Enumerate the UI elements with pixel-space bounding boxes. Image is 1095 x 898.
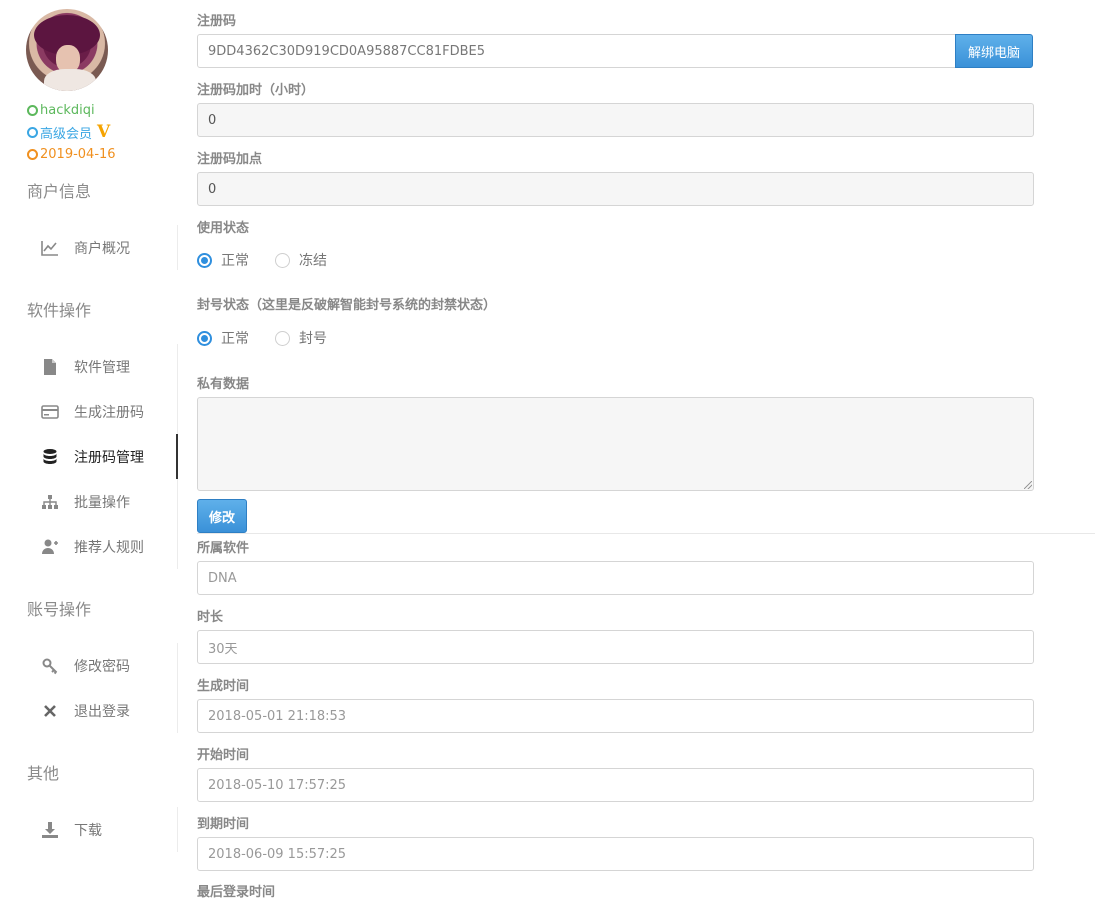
ban-status-normal-option[interactable]: 正常: [197, 328, 249, 348]
credit-card-icon: [41, 403, 59, 421]
radio-checked[interactable]: [197, 252, 212, 268]
software-label: 所属软件: [197, 541, 250, 556]
sidebar-item-generate-regcode[interactable]: 生成注册码: [0, 389, 177, 434]
unbind-computer-button[interactable]: 解绑电脑: [955, 34, 1033, 68]
section-title-software-ops: 软件操作: [27, 301, 92, 320]
sidebar-item-merchant-overview[interactable]: 商户概况: [0, 225, 177, 270]
use-status-frozen-option[interactable]: 冻结: [275, 250, 327, 270]
vip-badge: V: [97, 122, 111, 142]
add-hours-label: 注册码加时（小时）: [197, 83, 315, 98]
sidebar: hackdiqi 高级会员 V 2019-04-16 商户信息 商户概况 软件操…: [0, 0, 178, 898]
circle-icon: [27, 126, 38, 138]
use-status-label: 使用状态: [197, 221, 250, 236]
close-icon: [41, 702, 59, 720]
sitemap-icon: [41, 493, 59, 511]
ban-status-radio-group: 正常 封号: [197, 328, 353, 348]
user-date: 2019-04-16: [27, 145, 116, 163]
created-time-field[interactable]: 2018-05-01 21:18:53: [197, 699, 1034, 733]
nav-group-software: 软件管理 生成注册码 注册码管理 批量操作 推荐人规则: [0, 344, 178, 569]
nav-group-merchant: 商户概况: [0, 225, 178, 270]
start-time-label: 开始时间: [197, 748, 250, 763]
ban-status-label: 封号状态（这里是反破解智能封号系统的封禁状态）: [197, 298, 497, 313]
add-hours-field[interactable]: 0: [197, 103, 1034, 137]
resize-grip-icon[interactable]: [1024, 481, 1032, 489]
user-name: hackdiqi: [27, 101, 95, 119]
add-points-label: 注册码加点: [197, 152, 263, 167]
key-icon: [41, 657, 59, 675]
regcode-field[interactable]: 9DD4362C30D919CD0A95887CC81FDBE5: [197, 34, 957, 68]
file-icon: [41, 358, 59, 376]
user-level: 高级会员 V: [27, 122, 111, 142]
circle-icon: [27, 104, 38, 116]
use-status-radio-group: 正常 冻结: [197, 250, 353, 270]
duration-field[interactable]: 30天: [197, 630, 1034, 664]
section-title-other: 其他: [27, 764, 60, 783]
created-time-label: 生成时间: [197, 679, 250, 694]
avatar[interactable]: [26, 9, 108, 91]
sidebar-item-batch-ops[interactable]: 批量操作: [0, 479, 177, 524]
regcode-label: 注册码: [197, 14, 237, 29]
sidebar-item-referrer-rules[interactable]: 推荐人规则: [0, 524, 177, 569]
add-points-field[interactable]: 0: [197, 172, 1034, 206]
radio-unchecked[interactable]: [275, 252, 290, 268]
last-login-label: 最后登录时间: [197, 885, 276, 898]
download-icon: [41, 821, 59, 839]
private-data-textarea[interactable]: [197, 397, 1034, 491]
sidebar-item-logout[interactable]: 退出登录: [0, 688, 177, 733]
submit-button[interactable]: 修改: [197, 499, 247, 533]
section-title-account-ops: 账号操作: [27, 600, 92, 619]
expire-time-field[interactable]: 2018-06-09 15:57:25: [197, 837, 1034, 871]
ban-status-banned-option[interactable]: 封号: [275, 328, 327, 348]
software-field[interactable]: DNA: [197, 561, 1034, 595]
nav-group-account: 修改密码 退出登录: [0, 643, 178, 733]
regcode-edit-form: 注册码 9DD4362C30D919CD0A95887CC81FDBE5 解绑电…: [197, 0, 1095, 898]
radio-checked[interactable]: [197, 330, 212, 346]
circle-icon: [27, 148, 38, 160]
nav-group-other: 下载: [0, 807, 178, 852]
duration-label: 时长: [197, 610, 224, 625]
database-icon: [41, 448, 59, 466]
sidebar-item-software-manage[interactable]: 软件管理: [0, 344, 177, 389]
sidebar-item-change-password[interactable]: 修改密码: [0, 643, 177, 688]
expire-time-label: 到期时间: [197, 817, 250, 832]
sidebar-item-regcode-manage[interactable]: 注册码管理: [0, 434, 178, 479]
chart-line-icon: [41, 239, 59, 257]
section-title-merchant-info: 商户信息: [27, 182, 92, 201]
user-plus-icon: [41, 538, 59, 556]
use-status-normal-option[interactable]: 正常: [197, 250, 249, 270]
start-time-field[interactable]: 2018-05-10 17:57:25: [197, 768, 1034, 802]
radio-unchecked[interactable]: [275, 330, 290, 346]
private-data-label: 私有数据: [197, 377, 250, 392]
sidebar-item-download[interactable]: 下载: [0, 807, 177, 852]
divider: [197, 533, 1095, 534]
